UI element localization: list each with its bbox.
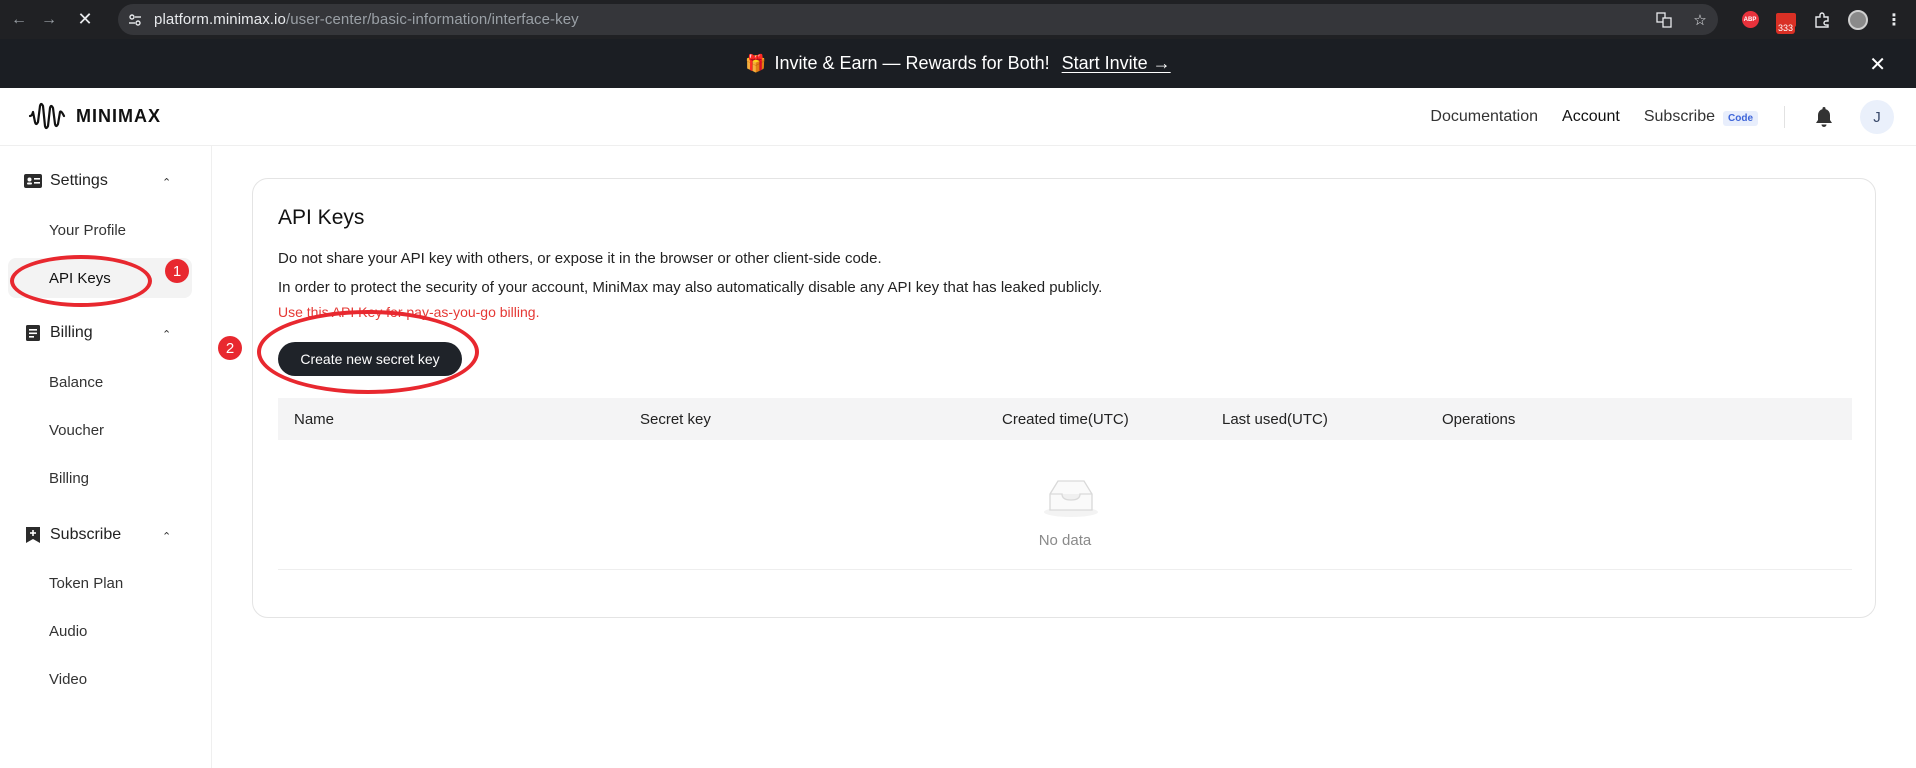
code-badge: Code (1723, 111, 1758, 126)
browser-menu-icon[interactable]: ⋮ (1880, 6, 1908, 34)
billing-warning: Use this API Key for pay-as-you-go billi… (278, 304, 540, 320)
close-banner-icon[interactable]: ✕ (1869, 52, 1886, 77)
bookmark-star-icon[interactable]: ☆ (1690, 10, 1710, 30)
column-header-name: Name (294, 411, 335, 428)
sidebar-item-api-keys[interactable]: API Keys (8, 258, 192, 298)
adblock-extension-icon[interactable]: ABP (1736, 6, 1764, 34)
sidebar-section-label: Settings (50, 172, 108, 189)
minimax-logo[interactable]: MINIMAX (28, 100, 161, 132)
sidebar-section-label: Subscribe (50, 526, 122, 543)
sidebar-item-voucher[interactable]: Voucher (8, 410, 192, 450)
stop-loading-icon[interactable]: ✕ (72, 7, 98, 33)
sidebar: Settings ⌃ Your Profile API Keys Billing… (0, 146, 212, 768)
chevron-up-icon[interactable]: ⌃ (162, 328, 171, 341)
sidebar-section-billing[interactable]: Billing (24, 324, 93, 342)
user-avatar[interactable]: J (1860, 100, 1894, 134)
sidebar-item-video[interactable]: Video (8, 659, 192, 699)
security-note-1: Do not share your API key with others, o… (278, 250, 882, 267)
bookmark-plus-icon (24, 526, 42, 544)
empty-state: No data (278, 440, 1852, 570)
sidebar-section-subscribe[interactable]: Subscribe (24, 526, 121, 544)
id-card-icon (24, 172, 42, 190)
column-header-last-used: Last used(UTC) (1222, 411, 1328, 428)
nav-account[interactable]: Account (1562, 108, 1620, 126)
extension-badge: 333 (1776, 22, 1796, 34)
chevron-up-icon[interactable]: ⌃ (162, 176, 171, 189)
chevron-up-icon[interactable]: ⌃ (162, 530, 171, 543)
invite-text: Invite & Earn — Rewards for Both! (774, 53, 1050, 73)
column-header-secret-key: Secret key (640, 411, 711, 428)
invite-banner: 🎁 Invite & Earn — Rewards for Both! Star… (0, 39, 1916, 88)
start-invite-link[interactable]: Start Invite → (1062, 53, 1171, 74)
url-path: /user-center/basic-information/interface… (285, 11, 579, 28)
gift-extension-icon[interactable]: 333 (1772, 6, 1800, 34)
security-note-2: In order to protect the security of your… (278, 279, 1103, 296)
table-header-row: Name Secret key Created time(UTC) Last u… (278, 398, 1852, 440)
sidebar-item-billing[interactable]: Billing (8, 458, 192, 498)
address-bar[interactable]: platform.minimax.io/user-center/basic-in… (118, 4, 1718, 35)
nav-documentation[interactable]: Documentation (1430, 108, 1538, 126)
page-title: API Keys (278, 206, 365, 229)
empty-state-text: No data (1038, 532, 1092, 549)
nav-subscribe[interactable]: Subscribe Code (1644, 108, 1758, 126)
top-header: MINIMAX Documentation Account Subscribe C… (0, 88, 1916, 146)
annotation-number-1: 1 (165, 259, 189, 283)
forward-arrow-icon[interactable]: → (36, 7, 62, 33)
column-header-operations: Operations (1442, 411, 1516, 428)
sidebar-section-settings[interactable]: Settings (24, 172, 108, 190)
sidebar-item-audio[interactable]: Audio (8, 611, 192, 651)
browser-toolbar: ← → ✕ platform.minimax.io/user-center/ba… (0, 0, 1916, 39)
empty-inbox-icon (1044, 480, 1098, 517)
nav-subscribe-label: Subscribe (1643, 108, 1715, 125)
site-info-icon[interactable] (126, 11, 144, 29)
sidebar-section-label: Billing (50, 324, 93, 341)
extensions-puzzle-icon[interactable] (1808, 6, 1836, 34)
profile-avatar-icon[interactable] (1844, 6, 1872, 34)
sidebar-item-your-profile[interactable]: Your Profile (8, 210, 192, 250)
annotation-number-2: 2 (218, 336, 242, 360)
url-text[interactable]: platform.minimax.io/user-center/basic-in… (154, 11, 579, 28)
column-header-created-time: Created time(UTC) (1002, 411, 1129, 428)
notification-bell-icon[interactable] (1813, 106, 1835, 128)
url-domain: platform.minimax.io (154, 11, 286, 28)
sidebar-item-balance[interactable]: Balance (8, 362, 192, 402)
sidebar-item-token-plan[interactable]: Token Plan (8, 563, 192, 603)
receipt-icon (24, 324, 42, 342)
gift-icon: 🎁 (745, 53, 767, 73)
back-arrow-icon[interactable]: ← (6, 7, 32, 33)
header-divider (1784, 106, 1785, 128)
waveform-logo-icon (28, 102, 66, 130)
brand-name: MINIMAX (76, 105, 161, 126)
create-secret-key-button[interactable]: Create new secret key (278, 342, 462, 376)
api-keys-card: API Keys Do not share your API key with … (252, 178, 1876, 618)
translate-icon[interactable] (1654, 10, 1674, 30)
